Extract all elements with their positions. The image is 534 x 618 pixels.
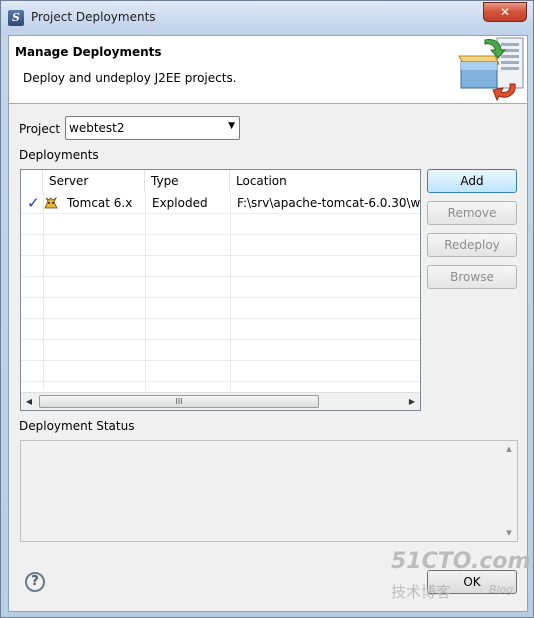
column-header-server[interactable]: Server [43,170,145,192]
scrollbar-thumb[interactable]: III [39,395,319,408]
deployment-status-text[interactable]: ▲ ▼ [20,440,518,542]
dialog-window: S Project Deployments ✕ Manage Deploymen… [0,0,534,618]
grid-divider [21,381,420,382]
column-header-check[interactable] [21,170,43,192]
table-row[interactable]: ✓ Tomcat 6.x Exploded F:\srv\apache-tomc… [21,193,420,213]
header-description: Deploy and undeploy J2EE projects. [23,71,237,85]
ok-button[interactable]: OK [427,570,517,594]
column-header-type[interactable]: Type [145,170,230,192]
scroll-right-icon[interactable]: ▶ [404,393,420,410]
grid-divider [21,213,420,214]
close-icon: ✕ [499,5,511,19]
tomcat-icon [44,196,58,209]
checkmark-icon[interactable]: ✓ [27,193,40,213]
add-button[interactable]: Add [427,169,517,193]
header-title: Manage Deployments [15,45,162,59]
chevron-down-icon[interactable]: ▼ [228,121,235,131]
grid-divider [21,234,420,235]
cell-location: F:\srv\apache-tomcat-6.0.30\we [237,196,420,210]
scroll-down-icon[interactable]: ▼ [503,529,515,537]
browse-button[interactable]: Browse [427,265,517,289]
remove-button[interactable]: Remove [427,201,517,225]
project-select[interactable]: webtest2 ▼ [65,116,240,140]
scroll-up-icon[interactable]: ▲ [503,445,515,453]
deployments-table[interactable]: Server Type Location ✓ Tomcat 6.x Explod… [20,169,421,411]
window-title: Project Deployments [31,10,156,24]
grid-divider [21,318,420,319]
dialog-header: Manage Deployments Deploy and undeploy J… [9,36,527,104]
cell-type: Exploded [152,196,208,210]
horizontal-scrollbar[interactable]: ◀ III ▶ [21,392,420,410]
app-icon: S [8,10,24,26]
deployments-label: Deployments [19,148,99,162]
close-button[interactable]: ✕ [483,2,527,22]
deploy-banner-icon [458,37,524,102]
redeploy-button[interactable]: Redeploy [427,233,517,257]
project-select-value: webtest2 [69,121,125,135]
grid-divider [21,297,420,298]
grid-divider [21,276,420,277]
dialog-body: Manage Deployments Deploy and undeploy J… [8,35,528,612]
grid-divider [21,360,420,361]
project-label: Project [19,122,61,136]
scroll-left-icon[interactable]: ◀ [21,393,37,410]
title-bar[interactable]: S Project Deployments ✕ [1,1,533,35]
grid-divider [21,339,420,340]
help-icon[interactable]: ? [25,572,45,592]
deployment-status-label: Deployment Status [19,419,135,433]
cell-server: Tomcat 6.x [67,196,133,210]
column-header-location[interactable]: Location [230,170,420,192]
grid-divider [21,255,420,256]
